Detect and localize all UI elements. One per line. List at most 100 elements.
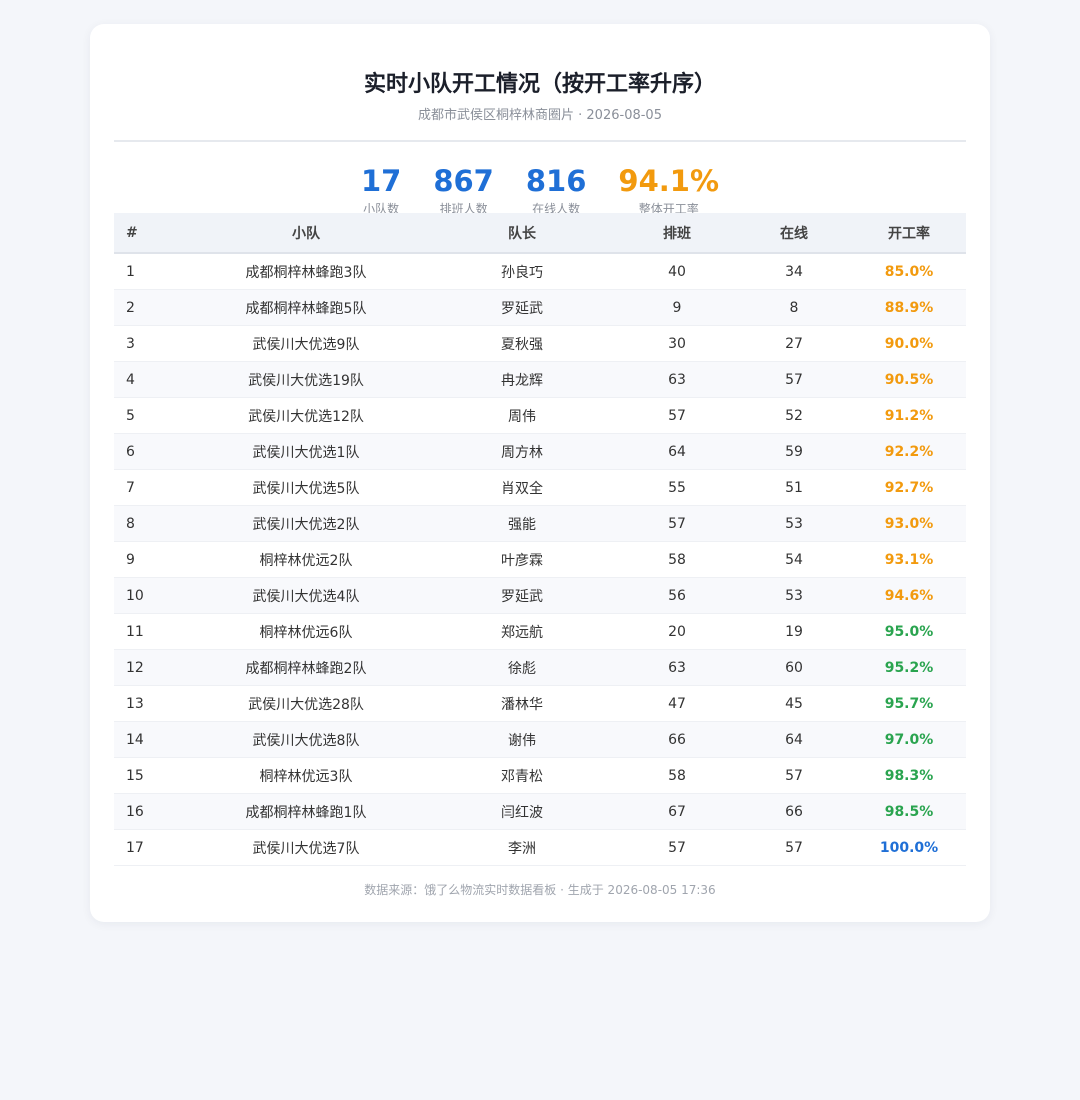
- table-row: 6 武侯川大优选1队 周方林 64 59 92.2%: [114, 433, 966, 470]
- cell-scheduled: 58: [618, 757, 736, 794]
- cell-index: 13: [114, 685, 186, 722]
- cell-scheduled: 55: [618, 469, 736, 506]
- table-row: 10 武侯川大优选4队 罗延武 56 53 94.6%: [114, 577, 966, 614]
- cell-index: 12: [114, 649, 186, 686]
- cell-rate: 97.0%: [852, 721, 966, 758]
- cell-scheduled: 40: [618, 253, 736, 290]
- cell-index: 8: [114, 505, 186, 542]
- cell-rate: 92.2%: [852, 433, 966, 470]
- cell-rate: 95.0%: [852, 613, 966, 650]
- cell-index: 2: [114, 289, 186, 326]
- cell-online: 54: [736, 541, 852, 578]
- header-divider: [114, 140, 966, 142]
- table-row: 15 桐梓林优远3队 邓青松 58 57 98.3%: [114, 757, 966, 794]
- cell-scheduled: 47: [618, 685, 736, 722]
- cell-online: 27: [736, 325, 852, 362]
- cell-team: 武侯川大优选4队: [186, 577, 426, 614]
- cell-team: 武侯川大优选9队: [186, 325, 426, 362]
- cell-index: 11: [114, 613, 186, 650]
- cell-scheduled: 57: [618, 397, 736, 434]
- cell-rate: 95.7%: [852, 685, 966, 722]
- cell-leader: 谢伟: [426, 721, 618, 758]
- stat-online-count: 816 在线人数: [526, 162, 587, 217]
- cell-online: 8: [736, 289, 852, 326]
- cell-leader: 罗延武: [426, 577, 618, 614]
- cell-index: 16: [114, 793, 186, 830]
- cell-scheduled: 66: [618, 721, 736, 758]
- cell-index: 5: [114, 397, 186, 434]
- footer-note: 数据来源：饿了么物流实时数据看板 · 生成于 2026-08-05 17:36: [364, 883, 716, 897]
- cell-online: 59: [736, 433, 852, 470]
- cell-team: 武侯川大优选28队: [186, 685, 426, 722]
- cell-rate: 90.0%: [852, 325, 966, 362]
- cell-online: 57: [736, 361, 852, 398]
- cell-team: 武侯川大优选8队: [186, 721, 426, 758]
- summary-stats: 17 小队数 867 排班人数 816 在线人数 94.1% 整体开工率: [90, 162, 990, 217]
- cell-rate: 98.5%: [852, 793, 966, 830]
- stat-scheduled-count: 867 排班人数: [433, 162, 494, 217]
- cell-index: 6: [114, 433, 186, 470]
- cell-team: 成都桐梓林蜂跑5队: [186, 289, 426, 326]
- cell-leader: 李洲: [426, 829, 618, 866]
- cell-rate: 93.1%: [852, 541, 966, 578]
- cell-online: 57: [736, 757, 852, 794]
- stat-value: 867: [433, 164, 494, 198]
- cell-team: 武侯川大优选2队: [186, 505, 426, 542]
- cell-team: 武侯川大优选19队: [186, 361, 426, 398]
- stat-value: 94.1%: [618, 164, 720, 198]
- cell-online: 45: [736, 685, 852, 722]
- cell-online: 52: [736, 397, 852, 434]
- cell-team: 桐梓林优远6队: [186, 613, 426, 650]
- cell-online: 51: [736, 469, 852, 506]
- cell-online: 53: [736, 577, 852, 614]
- cell-leader: 孙良巧: [426, 253, 618, 290]
- cell-scheduled: 58: [618, 541, 736, 578]
- stat-overall-rate: 94.1% 整体开工率: [618, 162, 719, 217]
- cell-online: 60: [736, 649, 852, 686]
- cell-scheduled: 67: [618, 793, 736, 830]
- cell-index: 10: [114, 577, 186, 614]
- cell-leader: 叶彦霖: [426, 541, 618, 578]
- table-row: 13 武侯川大优选28队 潘林华 47 45 95.7%: [114, 685, 966, 722]
- cell-leader: 邓青松: [426, 757, 618, 794]
- col-header-scheduled: 排班: [618, 213, 736, 254]
- cell-scheduled: 9: [618, 289, 736, 326]
- cell-scheduled: 57: [618, 505, 736, 542]
- cell-rate: 94.6%: [852, 577, 966, 614]
- cell-scheduled: 30: [618, 325, 736, 362]
- cell-team: 桐梓林优远3队: [186, 757, 426, 794]
- table-row: 4 武侯川大优选19队 冉龙辉 63 57 90.5%: [114, 361, 966, 398]
- col-header-online: 在线: [736, 213, 852, 254]
- cell-leader: 夏秋强: [426, 325, 618, 362]
- page-subtitle: 成都市武侯区桐梓林商圈片 · 2026-08-05: [418, 108, 662, 123]
- cell-leader: 周方林: [426, 433, 618, 470]
- cell-rate: 93.0%: [852, 505, 966, 542]
- cell-scheduled: 63: [618, 649, 736, 686]
- cell-team: 成都桐梓林蜂跑2队: [186, 649, 426, 686]
- col-header-index: #: [114, 213, 186, 254]
- cell-leader: 周伟: [426, 397, 618, 434]
- cell-online: 53: [736, 505, 852, 542]
- cell-team: 武侯川大优选7队: [186, 829, 426, 866]
- cell-index: 3: [114, 325, 186, 362]
- page-title: 实时小队开工情况（按开工率升序）: [363, 72, 716, 97]
- cell-online: 34: [736, 253, 852, 290]
- table-row: 3 武侯川大优选9队 夏秋强 30 27 90.0%: [114, 325, 966, 362]
- table-row: 17 武侯川大优选7队 李洲 57 57 100.0%: [114, 829, 966, 866]
- cell-team: 武侯川大优选1队: [186, 433, 426, 470]
- table-row: 12 成都桐梓林蜂跑2队 徐彪 63 60 95.2%: [114, 649, 966, 686]
- cell-scheduled: 20: [618, 613, 736, 650]
- table-row: 14 武侯川大优选8队 谢伟 66 64 97.0%: [114, 721, 966, 758]
- cell-scheduled: 64: [618, 433, 736, 470]
- cell-scheduled: 56: [618, 577, 736, 614]
- cell-leader: 闫红波: [426, 793, 618, 830]
- cell-online: 64: [736, 721, 852, 758]
- cell-leader: 强能: [426, 505, 618, 542]
- cell-rate: 92.7%: [852, 469, 966, 506]
- cell-team: 成都桐梓林蜂跑1队: [186, 793, 426, 830]
- cell-online: 19: [736, 613, 852, 650]
- cell-index: 4: [114, 361, 186, 398]
- cell-scheduled: 63: [618, 361, 736, 398]
- table-row: 2 成都桐梓林蜂跑5队 罗延武 9 8 88.9%: [114, 289, 966, 326]
- cell-index: 1: [114, 253, 186, 290]
